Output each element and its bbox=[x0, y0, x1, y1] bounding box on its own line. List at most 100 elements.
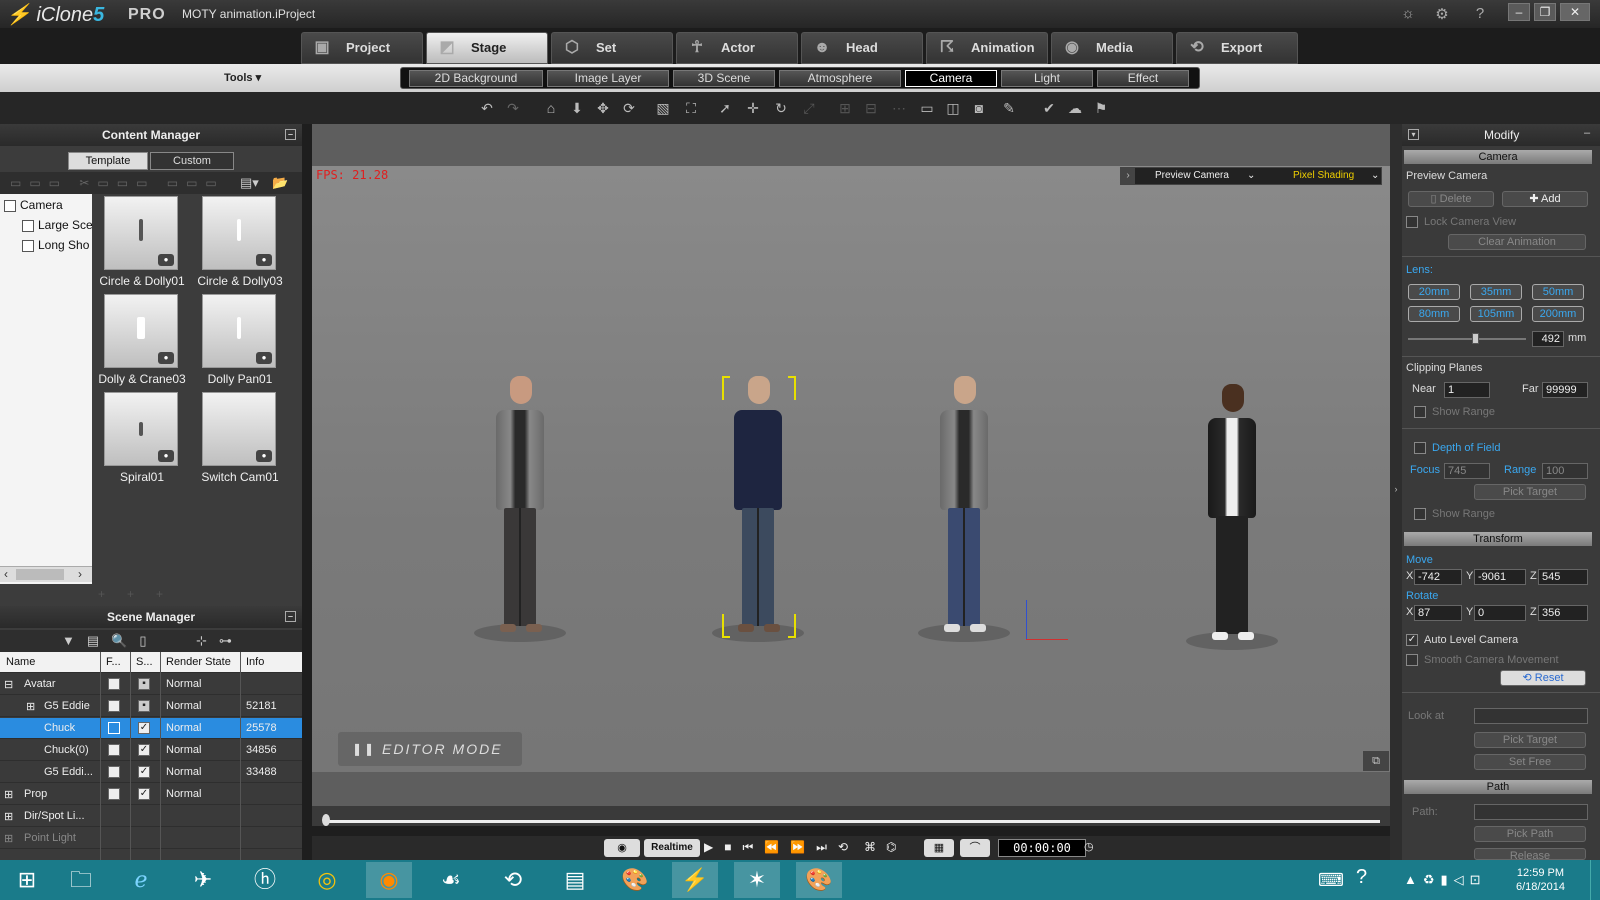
tab-media[interactable]: ◉ Media bbox=[1051, 32, 1173, 64]
hp-icon[interactable]: ⓗ bbox=[242, 862, 288, 898]
freeze-checkbox[interactable] bbox=[108, 744, 120, 756]
show-desktop-button[interactable] bbox=[1590, 860, 1600, 900]
chevron-down-icon[interactable]: ⌄ bbox=[1371, 170, 1379, 181]
scroll-thumb[interactable] bbox=[16, 569, 64, 580]
lens-200mm-button[interactable]: 200mm bbox=[1532, 306, 1584, 322]
freeze-checkbox[interactable] bbox=[108, 700, 120, 712]
expand-icon[interactable]: ⊞ bbox=[4, 832, 13, 845]
tab-stage[interactable]: ◩ Stage bbox=[426, 32, 548, 64]
scene-view-icons[interactable]: ⊹⊶ bbox=[196, 633, 244, 649]
3d-app-icon[interactable]: ✶ bbox=[734, 862, 780, 898]
lens-80mm-button[interactable]: 80mm bbox=[1408, 306, 1460, 322]
flag-icon[interactable]: ⚑ bbox=[1092, 100, 1110, 116]
close-button[interactable]: ✕ bbox=[1560, 3, 1590, 21]
far-input[interactable]: 99999 bbox=[1542, 382, 1588, 398]
redo-icon[interactable]: ↷ bbox=[504, 100, 522, 116]
show-checkbox[interactable]: ✓ bbox=[138, 722, 150, 734]
camera-view-icon[interactable]: ◫ bbox=[944, 100, 962, 116]
lens-20mm-button[interactable]: 20mm bbox=[1408, 284, 1460, 300]
table-row[interactable]: ⊞ G5 Eddie ▪ Normal 52181 bbox=[0, 696, 302, 717]
reset-button[interactable]: ⟲ Reset bbox=[1500, 670, 1586, 686]
gear-icon[interactable]: ⚙ bbox=[1432, 5, 1452, 23]
section-camera[interactable]: Camera bbox=[1404, 150, 1592, 164]
show-checkbox[interactable]: ▪ bbox=[138, 700, 150, 712]
scroll-right-icon[interactable]: › bbox=[78, 567, 82, 581]
tools-menu[interactable]: Tools ▾ bbox=[224, 71, 261, 84]
lock-camera-checkbox[interactable] bbox=[1406, 216, 1418, 228]
tab-project[interactable]: ▣ Project bbox=[301, 32, 423, 64]
range-input[interactable]: 100 bbox=[1542, 463, 1588, 479]
template-thumb[interactable]: ● bbox=[104, 196, 178, 270]
film-icon[interactable]: ▦ bbox=[924, 839, 954, 857]
chrome-icon[interactable]: ◎ bbox=[304, 862, 350, 898]
tools-app-icon[interactable]: ✈ bbox=[180, 862, 226, 898]
move-x-input[interactable]: -742 bbox=[1414, 569, 1462, 585]
record-icon[interactable]: ◉ bbox=[604, 839, 640, 857]
timeline-playhead[interactable] bbox=[322, 814, 330, 826]
path-input[interactable] bbox=[1474, 804, 1588, 820]
view-mode-icon[interactable]: ▤▾ bbox=[240, 175, 259, 191]
expand-icon[interactable]: ⊟ bbox=[4, 678, 13, 691]
lens-value-input[interactable]: 492 bbox=[1532, 331, 1564, 347]
tree-item-camera[interactable]: Camera bbox=[4, 198, 63, 212]
check-icon[interactable]: ✔ bbox=[1040, 100, 1058, 116]
rotate-icon[interactable]: ⟳ bbox=[620, 100, 638, 116]
dof-checkbox[interactable] bbox=[1414, 442, 1426, 454]
tree-item-long-shot[interactable]: Long Sho bbox=[22, 238, 92, 252]
lens-slider-thumb[interactable] bbox=[1472, 333, 1479, 344]
loop-icon[interactable]: ⌒ bbox=[960, 839, 990, 857]
subtab-light[interactable]: Light bbox=[1001, 70, 1093, 87]
document-app-icon[interactable]: ▤ bbox=[552, 862, 598, 898]
expand-icon[interactable]: ⊞ bbox=[26, 700, 35, 713]
lens-105mm-button[interactable]: 105mm bbox=[1470, 306, 1522, 322]
frame-icon[interactable]: ▭ bbox=[918, 100, 936, 116]
table-row-selected[interactable]: Chuck ✓ Normal 25578 bbox=[0, 718, 302, 739]
sync-app-icon[interactable]: ⟲ bbox=[490, 862, 536, 898]
zoom-icon[interactable]: ⤢ bbox=[800, 100, 818, 116]
realtime-button[interactable]: Realtime bbox=[644, 839, 700, 857]
dof-show-range-checkbox[interactable] bbox=[1414, 508, 1426, 520]
add-button[interactable]: ✚ Add bbox=[1502, 191, 1588, 207]
rotate-z-input[interactable]: 356 bbox=[1538, 605, 1588, 621]
expand-icon[interactable]: ⊞ bbox=[4, 810, 13, 823]
show-checkbox[interactable]: ▪ bbox=[138, 678, 150, 690]
pan-icon[interactable]: ✛ bbox=[744, 100, 762, 116]
template-thumb[interactable]: ● bbox=[104, 392, 178, 466]
template-thumb[interactable]: ● bbox=[202, 196, 276, 270]
start-button-icon[interactable]: ⊞ bbox=[4, 862, 50, 898]
template-thumb[interactable]: ● bbox=[202, 294, 276, 368]
orbit-icon[interactable]: ↻ bbox=[772, 100, 790, 116]
rotate-x-input[interactable]: 87 bbox=[1414, 605, 1462, 621]
paint-app-icon[interactable]: 🎨 bbox=[612, 862, 658, 898]
paint-icon[interactable]: ✎ bbox=[1000, 100, 1018, 116]
show-checkbox[interactable]: ✓ bbox=[138, 766, 150, 778]
restore-button[interactable]: ❐ bbox=[1534, 3, 1556, 21]
distribute-icon[interactable]: ⊟ bbox=[862, 100, 880, 116]
transport-controls[interactable]: ▶■⏮⏪⏩⏭⟲ bbox=[704, 840, 859, 855]
close-icon[interactable]: – bbox=[1584, 127, 1590, 139]
set-free-button[interactable]: Set Free bbox=[1474, 754, 1586, 770]
look-pick-target-button[interactable]: Pick Target bbox=[1474, 732, 1586, 748]
tab-head[interactable]: ☻ Head bbox=[801, 32, 923, 64]
subtab-atmosphere[interactable]: Atmosphere bbox=[779, 70, 901, 87]
table-row[interactable]: ⊟ Avatar ▪ Normal bbox=[0, 674, 302, 695]
help-icon[interactable]: ? bbox=[1470, 5, 1490, 23]
subtab-camera[interactable]: Camera bbox=[905, 70, 997, 87]
snap-icon[interactable]: ⋯ bbox=[890, 100, 908, 116]
rotate-y-input[interactable]: 0 bbox=[1474, 605, 1526, 621]
clear-animation-button[interactable]: Clear Animation bbox=[1448, 234, 1586, 250]
scene-tool-icons[interactable]: ▼▤🔍▯ bbox=[62, 633, 159, 649]
fit-icon[interactable]: ⛶ bbox=[682, 100, 700, 116]
clock-icon[interactable]: ◷ bbox=[1084, 840, 1094, 853]
scale-icon[interactable]: ▧ bbox=[654, 100, 672, 116]
scroll-left-icon[interactable]: ‹ bbox=[4, 567, 8, 581]
show-range-checkbox[interactable] bbox=[1414, 406, 1426, 418]
undo-icon[interactable]: ↶ bbox=[478, 100, 496, 116]
expand-icon[interactable]: ⊞ bbox=[4, 788, 13, 801]
table-row[interactable]: ⊞ Prop ✓ Normal bbox=[0, 784, 302, 805]
release-button[interactable]: Release bbox=[1474, 848, 1586, 862]
gimp-icon[interactable]: ☙ bbox=[428, 862, 474, 898]
keyboard-icon[interactable]: ⌨ bbox=[1318, 870, 1344, 891]
panel-toggle-icon[interactable]: › bbox=[1390, 124, 1402, 860]
freeze-checkbox[interactable] bbox=[108, 722, 120, 734]
